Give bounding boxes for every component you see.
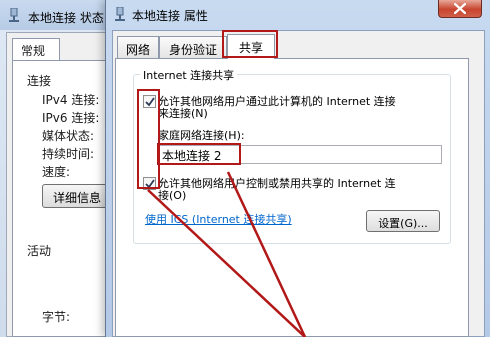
properties-title-bar[interactable]: 本地连接 属性 xyxy=(106,0,490,26)
ipv4-connectivity-label: IPv4 连接: xyxy=(42,93,100,107)
ipv6-connectivity-label: IPv6 连接: xyxy=(42,111,100,125)
speed-label: 速度: xyxy=(42,165,71,179)
tab-authentication[interactable]: 身份验证 xyxy=(159,36,227,58)
settings-button[interactable]: 设置(G)... xyxy=(366,210,440,232)
tab-networking[interactable]: 网络 xyxy=(117,36,159,58)
allow-control-label-line1: 允许其他网络用户控制或禁用共享的 Internet 连 xyxy=(158,177,396,190)
check-icon xyxy=(145,179,155,189)
connection-heading: 连接 xyxy=(27,74,52,88)
allow-control-checkbox[interactable] xyxy=(143,177,156,190)
activity-heading: 活动 xyxy=(27,244,52,258)
close-button[interactable] xyxy=(438,0,482,18)
home-connection-field[interactable]: 本地连接 2 xyxy=(158,145,442,164)
status-window-title: 本地连接 状态 xyxy=(28,11,104,25)
properties-window-title: 本地连接 属性 xyxy=(132,9,208,23)
ics-help-link[interactable]: 使用 ICS (Internet 连接共享) xyxy=(145,211,292,227)
allow-sharing-label-line2: 来连接(N) xyxy=(158,107,208,120)
duration-label: 持续时间: xyxy=(42,147,95,161)
close-icon xyxy=(454,3,466,14)
ics-group-title: Internet 连接共享 xyxy=(140,67,238,83)
media-state-label: 媒体状态: xyxy=(42,129,95,143)
network-connection-icon xyxy=(9,8,19,22)
bytes-label: 字节: xyxy=(42,310,71,324)
allow-control-label-line2: 接(O) xyxy=(158,189,187,202)
tab-general[interactable]: 常规 xyxy=(12,38,60,60)
allow-sharing-checkbox[interactable] xyxy=(143,95,156,108)
home-connection-label: 家庭网络连接(H): xyxy=(158,129,245,142)
check-icon xyxy=(145,97,155,107)
tab-sharing[interactable]: 共享 xyxy=(227,34,275,59)
network-connection-icon xyxy=(115,7,125,21)
